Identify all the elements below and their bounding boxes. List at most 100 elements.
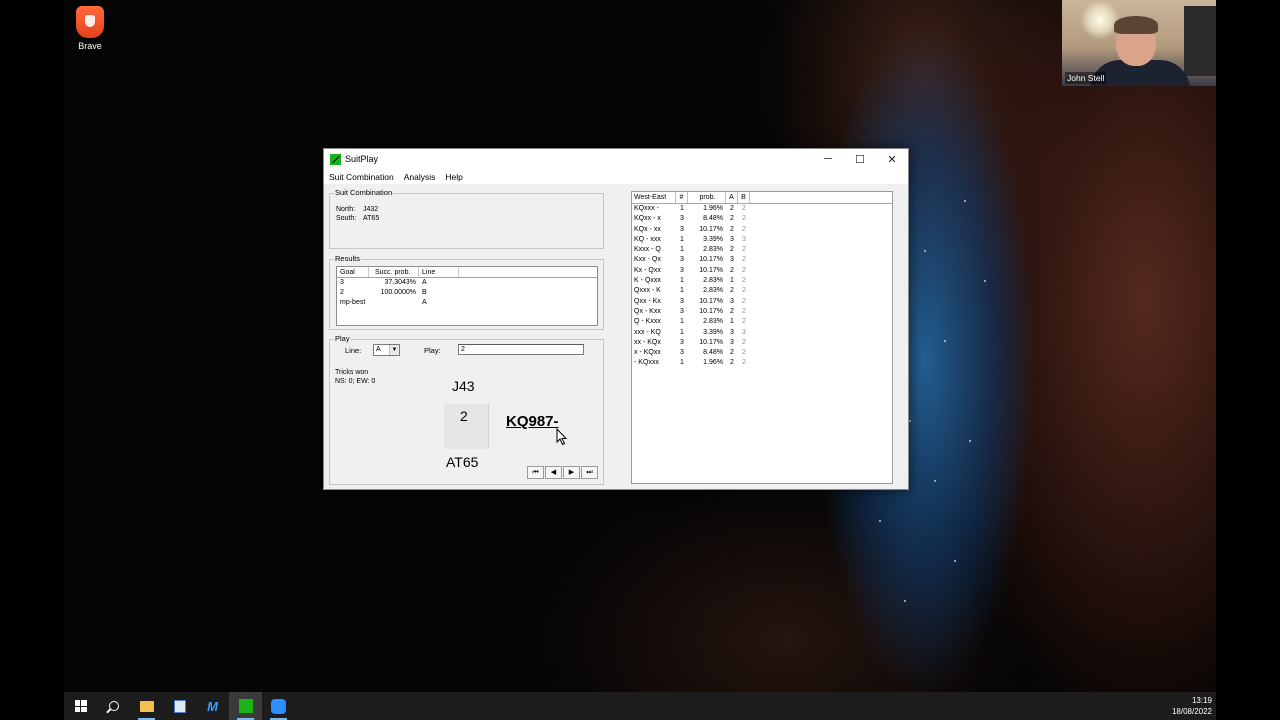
cell-we: KQ - xxx bbox=[634, 235, 661, 243]
maximize-button[interactable]: ☐ bbox=[844, 149, 876, 169]
table-row[interactable]: KQxxx - 1 1.96% 2 2 bbox=[632, 204, 892, 214]
cell-a: 2 bbox=[730, 246, 734, 254]
cell-b: 2 bbox=[742, 287, 746, 295]
cell-n: 1 bbox=[680, 205, 684, 212]
group-title: Play bbox=[334, 334, 351, 343]
results-table[interactable]: Goal Succ. prob. Line 3 37.3043% A 2 100… bbox=[336, 266, 598, 326]
cell-a: 1 bbox=[730, 318, 734, 326]
first-move-icon[interactable]: ⏮ bbox=[527, 466, 544, 479]
cell-b: 2 bbox=[742, 215, 746, 223]
col-west-east[interactable]: West-East bbox=[632, 192, 676, 203]
results-group: Results Goal Succ. prob. Line 3 37.3043%… bbox=[329, 254, 604, 330]
table-row[interactable]: 2 100.0000% B bbox=[337, 288, 597, 298]
suit-combination-group: Suit Combination North: J432 South: AT65 bbox=[329, 188, 604, 249]
brave-lion-icon bbox=[76, 6, 104, 38]
clock-time: 13:19 bbox=[1191, 696, 1212, 705]
taskbar-app-m[interactable]: M bbox=[196, 692, 229, 720]
cell-a: 2 bbox=[730, 225, 734, 233]
table-row[interactable]: Kxx - Qx 3 10.17% 3 2 bbox=[632, 255, 892, 265]
system-clock[interactable]: 13:19 18/08/2022 bbox=[1172, 695, 1212, 717]
folder-icon bbox=[139, 700, 154, 712]
table-row[interactable]: mp-best A bbox=[337, 298, 597, 308]
cell-b: 2 bbox=[742, 297, 746, 305]
table-row[interactable]: Qx - Kxx 3 10.17% 2 2 bbox=[632, 307, 892, 317]
taskbar-suitplay[interactable] bbox=[229, 692, 262, 720]
desktop-icon-brave[interactable]: Brave bbox=[70, 6, 110, 51]
start-button[interactable] bbox=[64, 692, 97, 720]
table-row[interactable]: 3 37.3043% A bbox=[337, 278, 597, 288]
title-bar[interactable]: SuitPlay ─ ☐ ✕ bbox=[324, 149, 908, 169]
table-row[interactable]: Qxxx - K 1 2.83% 2 2 bbox=[632, 286, 892, 296]
mouse-cursor-icon bbox=[556, 428, 568, 446]
col-succ-prob[interactable]: Succ. prob. bbox=[369, 267, 419, 277]
cell-n: 3 bbox=[680, 307, 684, 315]
cell-n: 3 bbox=[680, 338, 684, 346]
cell-we: xxx - KQ bbox=[634, 328, 661, 336]
taskbar-file-explorer[interactable] bbox=[130, 692, 163, 720]
cell-p: 1.96% bbox=[703, 359, 723, 367]
cell-b: 2 bbox=[742, 266, 746, 274]
suitplay-app-icon bbox=[330, 153, 341, 165]
table-row[interactable]: Qxx - Kx 3 10.17% 3 2 bbox=[632, 297, 892, 307]
table-row[interactable]: KQxx - x 3 8.48% 2 2 bbox=[632, 214, 892, 224]
group-title: Results bbox=[334, 254, 362, 263]
taskbar-zoom[interactable] bbox=[262, 692, 295, 720]
col-line[interactable]: Line bbox=[419, 267, 459, 277]
play-label: Play: bbox=[424, 346, 441, 355]
cell-we: Qx - Kxx bbox=[634, 307, 661, 315]
next-move-icon[interactable]: ▶ bbox=[563, 466, 580, 479]
table-row[interactable]: xx - KQx 3 10.17% 3 2 bbox=[632, 338, 892, 348]
menu-suit-combination[interactable]: Suit Combination bbox=[324, 172, 399, 182]
east-hand[interactable]: KQ987- bbox=[506, 413, 559, 430]
menu-help[interactable]: Help bbox=[440, 172, 467, 182]
col-a[interactable]: A bbox=[726, 192, 738, 203]
table-row[interactable]: Q - Kxxx 1 2.83% 1 2 bbox=[632, 317, 892, 327]
minimize-button[interactable]: ─ bbox=[812, 149, 844, 169]
cell-p: 10.17% bbox=[699, 266, 723, 274]
table-row[interactable]: Kx - Qxx 3 10.17% 2 2 bbox=[632, 266, 892, 276]
cell-b: 2 bbox=[742, 359, 746, 367]
menu-analysis[interactable]: Analysis bbox=[399, 172, 441, 182]
south-row: South: AT65 bbox=[336, 215, 379, 222]
table-row[interactable]: - KQxxx 1 1.96% 2 2 bbox=[632, 358, 892, 368]
distribution-table[interactable]: West-East # prob. A B KQxxx -1 1.96% 2 2 KQx… bbox=[631, 191, 893, 484]
cell-a: 1 bbox=[730, 277, 734, 285]
chevron-down-icon[interactable]: ▼ bbox=[389, 345, 399, 355]
tricks-label: Tricks won bbox=[335, 369, 369, 376]
table-row[interactable]: K - Qxxx 1 2.83% 1 2 bbox=[632, 276, 892, 286]
search-button[interactable] bbox=[97, 692, 130, 720]
table-row[interactable]: Kxxx - Q 1 2.83% 2 2 bbox=[632, 245, 892, 255]
table-row[interactable]: xxx - KQ 1 3.39% 3 3 bbox=[632, 328, 892, 338]
cell-p: 2.83% bbox=[703, 318, 723, 326]
north-label: North: bbox=[336, 206, 356, 213]
cell-we: x - KQxx bbox=[634, 349, 661, 357]
col-goal[interactable]: Goal bbox=[337, 267, 369, 277]
cell-a: 2 bbox=[730, 307, 734, 315]
cell-n: 1 bbox=[680, 318, 684, 326]
taskbar-notepad[interactable] bbox=[163, 692, 196, 720]
play-input[interactable] bbox=[458, 344, 584, 355]
cell-b: 3 bbox=[742, 328, 746, 336]
windows-logo-icon bbox=[74, 700, 87, 712]
col-prob[interactable]: prob. bbox=[688, 192, 726, 203]
cell-we: KQxxx - bbox=[634, 205, 659, 212]
group-title: Suit Combination bbox=[334, 188, 394, 197]
cell-n: 1 bbox=[680, 246, 684, 254]
webcam-video-tile: John Stell bbox=[1062, 0, 1216, 86]
col-count[interactable]: # bbox=[676, 192, 688, 203]
cell-p: 3.39% bbox=[703, 235, 723, 243]
previous-move-icon[interactable]: ◀ bbox=[545, 466, 562, 479]
cell-p: 2.83% bbox=[703, 287, 723, 295]
distribution-body: KQxxx -1 1.96% 2 2 KQxx - x 3 8.48% 2 2 KQx - xx 3… bbox=[632, 204, 892, 369]
line-select[interactable]: A ▼ bbox=[373, 344, 400, 356]
table-row[interactable]: KQ - xxx 1 3.39% 3 3 bbox=[632, 235, 892, 245]
cell-b: 2 bbox=[742, 246, 746, 254]
table-row[interactable]: KQx - xx 3 10.17% 2 2 bbox=[632, 225, 892, 235]
table-row[interactable]: x - KQxx 3 8.48% 2 2 bbox=[632, 348, 892, 358]
cell-we: Kxx - Qx bbox=[634, 256, 661, 264]
close-button[interactable]: ✕ bbox=[876, 149, 908, 169]
cell-a: 3 bbox=[730, 235, 734, 243]
col-b[interactable]: B bbox=[738, 192, 750, 203]
last-move-icon[interactable]: ⏭ bbox=[581, 466, 598, 479]
cell-n: 1 bbox=[680, 328, 684, 336]
